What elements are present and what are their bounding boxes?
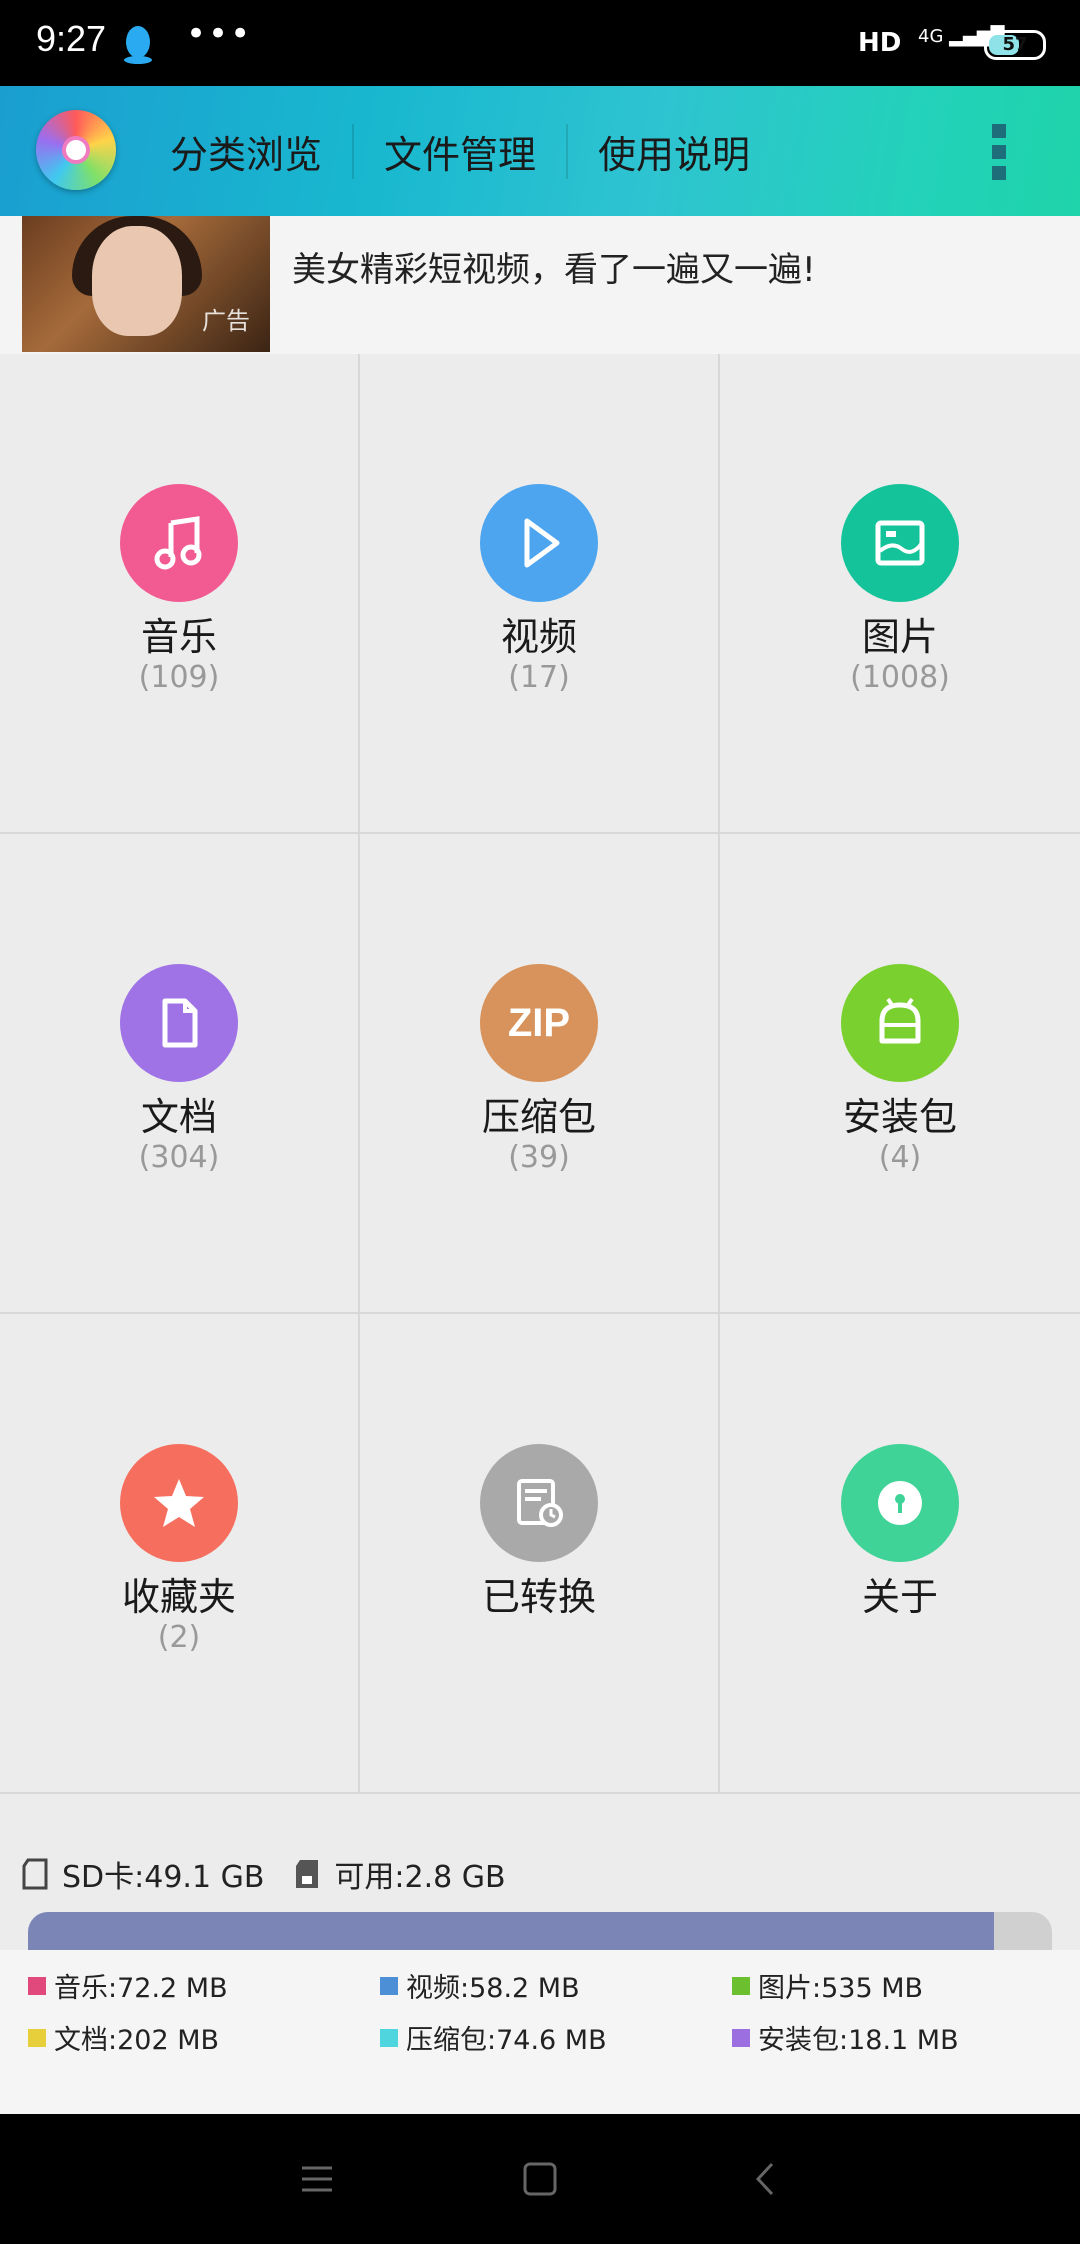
category-count: (17) — [508, 660, 570, 695]
home-icon[interactable] — [515, 2154, 565, 2204]
category-label: 压缩包 — [481, 1095, 596, 1139]
category-favorites[interactable]: 收藏夹 (2) — [0, 1314, 360, 1794]
converted-icon — [480, 1444, 598, 1562]
category-image[interactable]: 图片 (1008) — [720, 354, 1080, 834]
storage-available-icon — [296, 1860, 319, 1888]
category-document[interactable]: 文档 (304) — [0, 834, 360, 1314]
category-label: 安装包 — [842, 1095, 957, 1139]
category-label: 图片 — [861, 615, 938, 659]
legend-swatch — [28, 2028, 46, 2047]
category-label: 关于 — [861, 1575, 938, 1619]
category-label: 音乐 — [140, 615, 217, 659]
legend-swatch — [380, 2028, 398, 2047]
category-archive[interactable]: ZIP 压缩包 (39) — [360, 834, 720, 1314]
legend-item: 视频:58.2 MB — [380, 1966, 580, 2005]
zip-icon: ZIP — [480, 964, 598, 1082]
category-video[interactable]: 视频 (17) — [360, 354, 720, 834]
legend-swatch — [28, 1976, 46, 1995]
category-about[interactable]: 关于 — [720, 1314, 1080, 1794]
legend-item: 图片:535 MB — [732, 1966, 923, 2005]
android-icon — [841, 964, 959, 1082]
sd-card-total: SD卡:49.1 GB — [62, 1860, 265, 1895]
tab-file-manager[interactable]: 文件管理 — [354, 123, 569, 179]
ad-thumbnail[interactable]: 广告 — [22, 216, 270, 352]
category-label: 文档 — [140, 1095, 217, 1139]
category-count: (1008) — [850, 660, 950, 695]
ad-title[interactable]: 美女精彩短视频，看了一遍又一遍! — [292, 242, 816, 291]
category-converted[interactable]: 已转换 — [360, 1314, 720, 1794]
menu-icon[interactable] — [292, 2154, 342, 2204]
ad-banner[interactable]: 广告 美女精彩短视频，看了一遍又一遍! — [0, 216, 1080, 356]
play-icon — [480, 484, 598, 602]
ad-tag: 广告 — [202, 307, 250, 335]
storage-available: 可用:2.8 GB — [334, 1860, 506, 1895]
legend-item: 安装包:18.1 MB — [732, 2018, 959, 2057]
storage-usage-bar — [28, 1912, 1052, 1952]
tab-instructions[interactable]: 使用说明 — [568, 124, 780, 179]
system-nav-bar — [0, 2114, 1080, 2244]
tab-category-browse[interactable]: 分类浏览 — [140, 123, 355, 179]
star-icon — [120, 1444, 238, 1562]
category-label: 收藏夹 — [121, 1575, 236, 1619]
legend-swatch — [380, 1976, 398, 1995]
category-label: 已转换 — [481, 1575, 596, 1619]
legend-item: 压缩包:74.6 MB — [380, 2018, 607, 2057]
legend-swatch — [732, 2028, 750, 2047]
status-bar: 9:27 ••• HD 4G ▂▄▆█ 57 — [0, 0, 1080, 86]
document-icon — [120, 964, 238, 1082]
more-notifications-icon: ••• — [186, 14, 253, 54]
category-apk[interactable]: 安装包 (4) — [720, 834, 1080, 1314]
storage-legend: 音乐:72.2 MB 视频:58.2 MB 图片:535 MB 文档:202 M… — [0, 1950, 1080, 2114]
legend-item: 文档:202 MB — [28, 2018, 219, 2057]
legend-swatch — [732, 1976, 750, 1995]
category-count: (4) — [878, 1140, 922, 1175]
storage-used-fill — [28, 1912, 994, 1952]
category-count: (39) — [508, 1140, 570, 1175]
status-time: 9:27 — [36, 18, 107, 59]
overflow-menu-icon[interactable] — [992, 124, 1012, 180]
back-icon[interactable] — [740, 2154, 790, 2204]
qq-penguin-icon — [124, 26, 152, 64]
category-music[interactable]: 音乐 (109) — [0, 354, 360, 834]
music-note-icon — [120, 484, 238, 602]
category-label: 视频 — [500, 615, 577, 659]
legend-item: 音乐:72.2 MB — [28, 1966, 228, 2005]
category-grid: 音乐 (109) 视频 (17) 图片 (1008) 文档 (304) ZIP … — [0, 354, 1080, 1794]
category-count: (2) — [157, 1620, 201, 1655]
hd-indicator: HD — [858, 28, 902, 58]
app-header: 分类浏览 文件管理 使用说明 — [0, 86, 1080, 216]
image-icon — [841, 484, 959, 602]
info-icon — [841, 1444, 959, 1562]
category-count: (304) — [138, 1140, 220, 1175]
battery-level: 57 — [1002, 34, 1028, 55]
storage-row: SD卡:49.1 GB 可用:2.8 GB — [22, 1852, 506, 1896]
battery-icon: 57 — [984, 30, 1046, 60]
header-tabs: 分类浏览 文件管理 使用说明 — [140, 86, 780, 216]
category-count: (109) — [138, 660, 220, 695]
sd-card-icon — [22, 1858, 48, 1890]
app-logo[interactable] — [36, 110, 116, 190]
